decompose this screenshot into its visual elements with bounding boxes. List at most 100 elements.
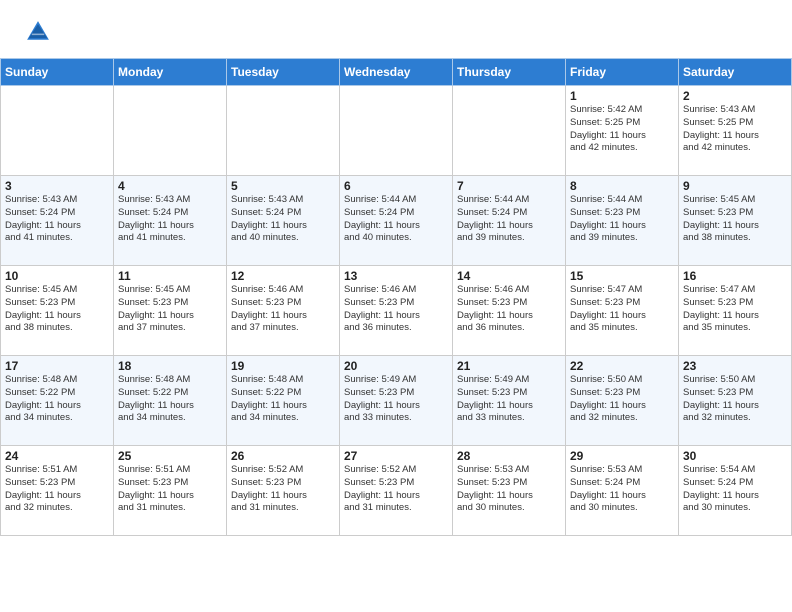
- calendar-cell: 12Sunrise: 5:46 AM Sunset: 5:23 PM Dayli…: [227, 266, 340, 356]
- calendar-cell: 15Sunrise: 5:47 AM Sunset: 5:23 PM Dayli…: [566, 266, 679, 356]
- calendar-cell: 26Sunrise: 5:52 AM Sunset: 5:23 PM Dayli…: [227, 446, 340, 536]
- calendar-cell: 17Sunrise: 5:48 AM Sunset: 5:22 PM Dayli…: [1, 356, 114, 446]
- day-number: 10: [5, 269, 109, 283]
- calendar-cell: 22Sunrise: 5:50 AM Sunset: 5:23 PM Dayli…: [566, 356, 679, 446]
- calendar-cell: 11Sunrise: 5:45 AM Sunset: 5:23 PM Dayli…: [114, 266, 227, 356]
- page: SundayMondayTuesdayWednesdayThursdayFrid…: [0, 0, 792, 536]
- day-number: 6: [344, 179, 448, 193]
- calendar-cell: 28Sunrise: 5:53 AM Sunset: 5:23 PM Dayli…: [453, 446, 566, 536]
- calendar-week-3: 10Sunrise: 5:45 AM Sunset: 5:23 PM Dayli…: [1, 266, 792, 356]
- day-info: Sunrise: 5:50 AM Sunset: 5:23 PM Dayligh…: [683, 374, 787, 425]
- day-info: Sunrise: 5:52 AM Sunset: 5:23 PM Dayligh…: [231, 464, 335, 515]
- day-info: Sunrise: 5:53 AM Sunset: 5:24 PM Dayligh…: [570, 464, 674, 515]
- calendar-cell: [453, 86, 566, 176]
- calendar-cell: 18Sunrise: 5:48 AM Sunset: 5:22 PM Dayli…: [114, 356, 227, 446]
- calendar-cell: 13Sunrise: 5:46 AM Sunset: 5:23 PM Dayli…: [340, 266, 453, 356]
- day-info: Sunrise: 5:46 AM Sunset: 5:23 PM Dayligh…: [344, 284, 448, 335]
- calendar-table: SundayMondayTuesdayWednesdayThursdayFrid…: [0, 58, 792, 536]
- calendar-cell: [340, 86, 453, 176]
- day-info: Sunrise: 5:48 AM Sunset: 5:22 PM Dayligh…: [231, 374, 335, 425]
- day-info: Sunrise: 5:43 AM Sunset: 5:25 PM Dayligh…: [683, 104, 787, 155]
- weekday-header-sunday: Sunday: [1, 59, 114, 86]
- logo-icon: [24, 18, 52, 46]
- day-info: Sunrise: 5:43 AM Sunset: 5:24 PM Dayligh…: [231, 194, 335, 245]
- calendar-cell: 3Sunrise: 5:43 AM Sunset: 5:24 PM Daylig…: [1, 176, 114, 266]
- weekday-header-tuesday: Tuesday: [227, 59, 340, 86]
- day-info: Sunrise: 5:45 AM Sunset: 5:23 PM Dayligh…: [5, 284, 109, 335]
- day-info: Sunrise: 5:44 AM Sunset: 5:24 PM Dayligh…: [457, 194, 561, 245]
- day-number: 2: [683, 89, 787, 103]
- day-number: 26: [231, 449, 335, 463]
- day-number: 30: [683, 449, 787, 463]
- day-number: 4: [118, 179, 222, 193]
- calendar-cell: 29Sunrise: 5:53 AM Sunset: 5:24 PM Dayli…: [566, 446, 679, 536]
- day-info: Sunrise: 5:48 AM Sunset: 5:22 PM Dayligh…: [5, 374, 109, 425]
- day-number: 16: [683, 269, 787, 283]
- day-number: 25: [118, 449, 222, 463]
- calendar-cell: 6Sunrise: 5:44 AM Sunset: 5:24 PM Daylig…: [340, 176, 453, 266]
- calendar-cell: 4Sunrise: 5:43 AM Sunset: 5:24 PM Daylig…: [114, 176, 227, 266]
- day-info: Sunrise: 5:44 AM Sunset: 5:24 PM Dayligh…: [344, 194, 448, 245]
- calendar-cell: 24Sunrise: 5:51 AM Sunset: 5:23 PM Dayli…: [1, 446, 114, 536]
- calendar-cell: 5Sunrise: 5:43 AM Sunset: 5:24 PM Daylig…: [227, 176, 340, 266]
- weekday-header-thursday: Thursday: [453, 59, 566, 86]
- calendar-cell: 25Sunrise: 5:51 AM Sunset: 5:23 PM Dayli…: [114, 446, 227, 536]
- day-info: Sunrise: 5:52 AM Sunset: 5:23 PM Dayligh…: [344, 464, 448, 515]
- day-number: 9: [683, 179, 787, 193]
- day-number: 5: [231, 179, 335, 193]
- day-info: Sunrise: 5:50 AM Sunset: 5:23 PM Dayligh…: [570, 374, 674, 425]
- day-info: Sunrise: 5:49 AM Sunset: 5:23 PM Dayligh…: [344, 374, 448, 425]
- day-number: 15: [570, 269, 674, 283]
- weekday-header-wednesday: Wednesday: [340, 59, 453, 86]
- calendar-cell: 19Sunrise: 5:48 AM Sunset: 5:22 PM Dayli…: [227, 356, 340, 446]
- calendar-week-1: 1Sunrise: 5:42 AM Sunset: 5:25 PM Daylig…: [1, 86, 792, 176]
- calendar-week-4: 17Sunrise: 5:48 AM Sunset: 5:22 PM Dayli…: [1, 356, 792, 446]
- day-number: 14: [457, 269, 561, 283]
- calendar-cell: [114, 86, 227, 176]
- weekday-header-monday: Monday: [114, 59, 227, 86]
- calendar-cell: 2Sunrise: 5:43 AM Sunset: 5:25 PM Daylig…: [679, 86, 792, 176]
- day-info: Sunrise: 5:43 AM Sunset: 5:24 PM Dayligh…: [118, 194, 222, 245]
- calendar-cell: 20Sunrise: 5:49 AM Sunset: 5:23 PM Dayli…: [340, 356, 453, 446]
- day-number: 1: [570, 89, 674, 103]
- day-number: 22: [570, 359, 674, 373]
- calendar-cell: 16Sunrise: 5:47 AM Sunset: 5:23 PM Dayli…: [679, 266, 792, 356]
- day-number: 12: [231, 269, 335, 283]
- weekday-header-saturday: Saturday: [679, 59, 792, 86]
- day-info: Sunrise: 5:47 AM Sunset: 5:23 PM Dayligh…: [683, 284, 787, 335]
- day-info: Sunrise: 5:47 AM Sunset: 5:23 PM Dayligh…: [570, 284, 674, 335]
- calendar-cell: 21Sunrise: 5:49 AM Sunset: 5:23 PM Dayli…: [453, 356, 566, 446]
- day-number: 3: [5, 179, 109, 193]
- day-number: 7: [457, 179, 561, 193]
- day-number: 27: [344, 449, 448, 463]
- day-info: Sunrise: 5:46 AM Sunset: 5:23 PM Dayligh…: [457, 284, 561, 335]
- day-number: 8: [570, 179, 674, 193]
- logo: [24, 18, 56, 46]
- day-number: 19: [231, 359, 335, 373]
- calendar-cell: 30Sunrise: 5:54 AM Sunset: 5:24 PM Dayli…: [679, 446, 792, 536]
- calendar-cell: 1Sunrise: 5:42 AM Sunset: 5:25 PM Daylig…: [566, 86, 679, 176]
- day-number: 20: [344, 359, 448, 373]
- weekday-header-row: SundayMondayTuesdayWednesdayThursdayFrid…: [1, 59, 792, 86]
- calendar-cell: 9Sunrise: 5:45 AM Sunset: 5:23 PM Daylig…: [679, 176, 792, 266]
- header: [0, 0, 792, 52]
- day-info: Sunrise: 5:45 AM Sunset: 5:23 PM Dayligh…: [683, 194, 787, 245]
- calendar-week-5: 24 Sunrise: 5:51 AM Sunset: 5:23 PM Dayli…: [1, 446, 792, 536]
- calendar-cell: 23Sunrise: 5:50 AM Sunset: 5:23 PM Dayli…: [679, 356, 792, 446]
- calendar-cell: [1, 86, 114, 176]
- day-number: 18: [118, 359, 222, 373]
- calendar-cell: 10Sunrise: 5:45 AM Sunset: 5:23 PM Dayli…: [1, 266, 114, 356]
- day-number: 23: [683, 359, 787, 373]
- day-number: 21: [457, 359, 561, 373]
- day-number: 29: [570, 449, 674, 463]
- calendar-cell: 8Sunrise: 5:44 AM Sunset: 5:23 PM Daylig…: [566, 176, 679, 266]
- day-info: Sunrise: 5:45 AM Sunset: 5:23 PM Dayligh…: [118, 284, 222, 335]
- day-info: Sunrise: 5:54 AM Sunset: 5:24 PM Dayligh…: [683, 464, 787, 515]
- day-info: Sunrise: 5:51 AM Sunset: 5:23 PM Dayligh…: [118, 464, 222, 515]
- calendar-cell: 7Sunrise: 5:44 AM Sunset: 5:24 PM Daylig…: [453, 176, 566, 266]
- day-info: Sunrise: 5:43 AM Sunset: 5:24 PM Dayligh…: [5, 194, 109, 245]
- day-number: 24: [5, 449, 109, 463]
- day-info: Sunrise: 5:48 AM Sunset: 5:22 PM Dayligh…: [118, 374, 222, 425]
- day-info: Sunrise: 5:49 AM Sunset: 5:23 PM Dayligh…: [457, 374, 561, 425]
- calendar-cell: 14Sunrise: 5:46 AM Sunset: 5:23 PM Dayli…: [453, 266, 566, 356]
